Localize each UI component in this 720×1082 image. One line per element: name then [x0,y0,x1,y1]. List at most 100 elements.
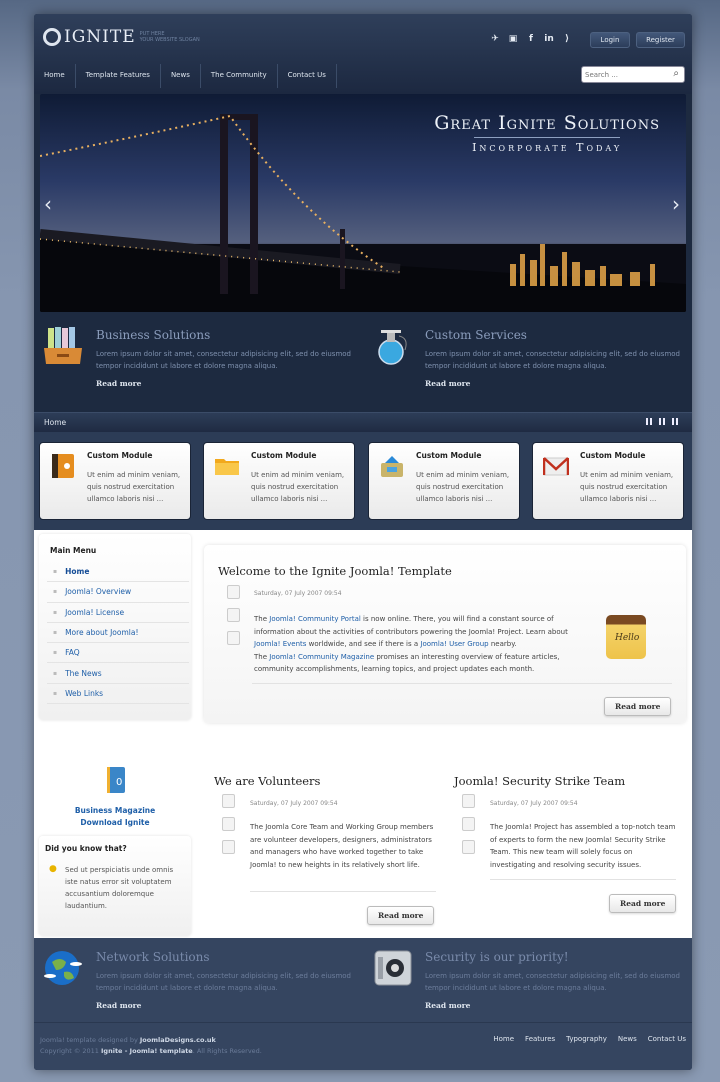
logo[interactable]: IGNITE PUT HERE YOUR WEBSITE SLOGAN [43,27,200,47]
module-text: Ut enim ad minim veniam, quis nostrud ex… [416,471,510,503]
article-icons [227,585,241,645]
register-button[interactable]: Register [636,32,685,48]
menu-item-the-news[interactable]: The News [47,663,189,684]
article-body: The Joomla! Project has assembled a top-… [490,823,676,869]
logo-text: IGNITE [64,27,136,47]
designed-by-text: Joomla! template designed by [40,1036,140,1044]
read-more-button[interactable]: Read more [367,906,435,925]
custom-modules: Custom Module Ut enim ad minim veniam, q… [34,432,692,530]
email-icon[interactable] [462,840,475,854]
globe-icon [44,951,82,985]
search-input[interactable] [582,67,662,82]
footer-link-typography[interactable]: Typography [566,1035,607,1043]
link-joomla-events[interactable]: Joomla! Events [254,640,306,648]
slider-prev-arrow[interactable]: ‹ [44,192,52,216]
read-more-link[interactable]: Read more [96,1001,141,1010]
article-title[interactable]: Joomla! Security Strike Team [454,774,625,788]
custom-module: Custom Module Ut enim ad minim veniam, q… [39,442,191,520]
promo-title: Network Solutions [96,950,210,964]
download-line-1[interactable]: Business Magazine [39,805,191,817]
site-name-link[interactable]: Ignite - Joomla! template [101,1047,193,1055]
download-link[interactable]: Business Magazine Download Ignite [39,805,191,829]
footer-link-home[interactable]: Home [493,1035,514,1043]
main-menu: Home Joomla! Overview Joomla! License Mo… [47,562,189,705]
copyright: Joomla! template designed by JoomlaDesig… [40,1035,262,1057]
breadcrumb[interactable]: Home [44,418,66,427]
did-you-know-text: Sed ut perspiciatis unde omnis iste natu… [65,866,174,910]
article-title[interactable]: We are Volunteers [214,774,320,788]
safe-icon [374,950,412,986]
read-more-link[interactable]: Read more [96,379,141,388]
twitter-icon[interactable]: ✈ [489,34,501,44]
module-title: Custom Module [416,451,482,460]
module-text: Ut enim ad minim veniam, quis nostrud ex… [251,471,345,503]
print-icon[interactable] [462,817,475,831]
menu-item-web-links[interactable]: Web Links [47,684,189,705]
menu-item-joomla-overview[interactable]: Joomla! Overview [47,582,189,603]
file-tray-icon [44,327,82,364]
nav-home[interactable]: Home [34,64,76,88]
article-icons [462,794,476,854]
page: IGNITE PUT HERE YOUR WEBSITE SLOGAN ✈ ▣ … [34,14,692,1070]
promo-title: Business Solutions [96,328,211,342]
pdf-icon[interactable] [462,794,475,808]
nav-news[interactable]: News [161,64,201,88]
email-icon[interactable] [227,631,240,645]
divider [250,891,436,892]
logo-icon [43,28,61,46]
rss-icon[interactable]: ⟩ [561,34,573,44]
footer-link-news[interactable]: News [618,1035,637,1043]
pdf-icon[interactable] [227,585,240,599]
divider [252,683,672,684]
footer-link-contact-us[interactable]: Contact Us [648,1035,686,1043]
link-user-group[interactable]: Joomla! User Group [420,640,488,648]
menu-item-faq[interactable]: FAQ [47,643,189,664]
notepad-icon: Hello [606,615,646,659]
print-icon[interactable] [222,817,235,831]
login-button[interactable]: Login [590,32,630,48]
search-box: ⌕ [581,66,685,83]
link-community-portal[interactable]: Joomla! Community Portal [269,615,361,623]
nav-contact-us[interactable]: Contact Us [278,64,337,88]
read-more-link[interactable]: Read more [425,1001,470,1010]
linkedin-icon[interactable]: in [543,34,555,44]
menu-item-joomla-license[interactable]: Joomla! License [47,603,189,623]
header: IGNITE PUT HERE YOUR WEBSITE SLOGAN ✈ ▣ … [34,14,692,94]
designer-link[interactable]: JoomlaDesigns.co.uk [140,1036,216,1044]
nav-the-community[interactable]: The Community [201,64,278,88]
download-line-2[interactable]: Download Ignite [39,817,191,829]
email-icon[interactable] [222,840,235,854]
nav-template-features[interactable]: Template Features [76,64,161,88]
search-icon[interactable]: ⌕ [673,68,679,79]
youtube-icon[interactable]: ▣ [507,34,519,44]
article-date: Saturday, 07 July 2007 09:54 [250,800,338,807]
article-title[interactable]: Welcome to the Ignite Joomla! Template [218,564,452,578]
slide-subtitle: Incorporate Today [472,141,623,154]
promo-text: Lorem ipsum dolor sit amet, consectetur … [425,972,680,992]
menu-item-home[interactable]: Home [47,562,189,583]
print-icon[interactable] [227,608,240,622]
content-area: Main Menu Home Joomla! Overview Joomla! … [34,530,692,938]
main-menu-title: Main Menu [50,546,97,555]
pager-dot-1[interactable] [646,418,654,425]
pager-dot-3[interactable] [672,418,680,425]
social-links: ✈ ▣ f in ⟩ [489,34,573,44]
link-community-magazine[interactable]: Joomla! Community Magazine [269,653,374,661]
footer-link-features[interactable]: Features [525,1035,555,1043]
pdf-icon[interactable] [222,794,235,808]
divider [490,879,676,880]
custom-module: Custom Module Ut enim ad minim veniam, q… [532,442,684,520]
main-nav: Home Template Features News The Communit… [34,64,337,88]
read-more-link[interactable]: Read more [425,379,470,388]
breadcrumb-bar: Home [34,412,692,432]
read-more-button[interactable]: Read more [604,697,672,716]
slider-next-arrow[interactable]: › [672,192,680,216]
menu-item-more-about-joomla[interactable]: More about Joomla! [47,623,189,644]
pager-dot-2[interactable] [659,418,667,425]
article-date: Saturday, 07 July 2007 09:54 [490,800,578,807]
module-title: Custom Module [251,451,317,460]
mail-icon [543,457,569,476]
bottom-area: Network Solutions Lorem ipsum dolor sit … [34,938,692,1070]
facebook-icon[interactable]: f [525,34,537,44]
read-more-button[interactable]: Read more [609,894,677,913]
